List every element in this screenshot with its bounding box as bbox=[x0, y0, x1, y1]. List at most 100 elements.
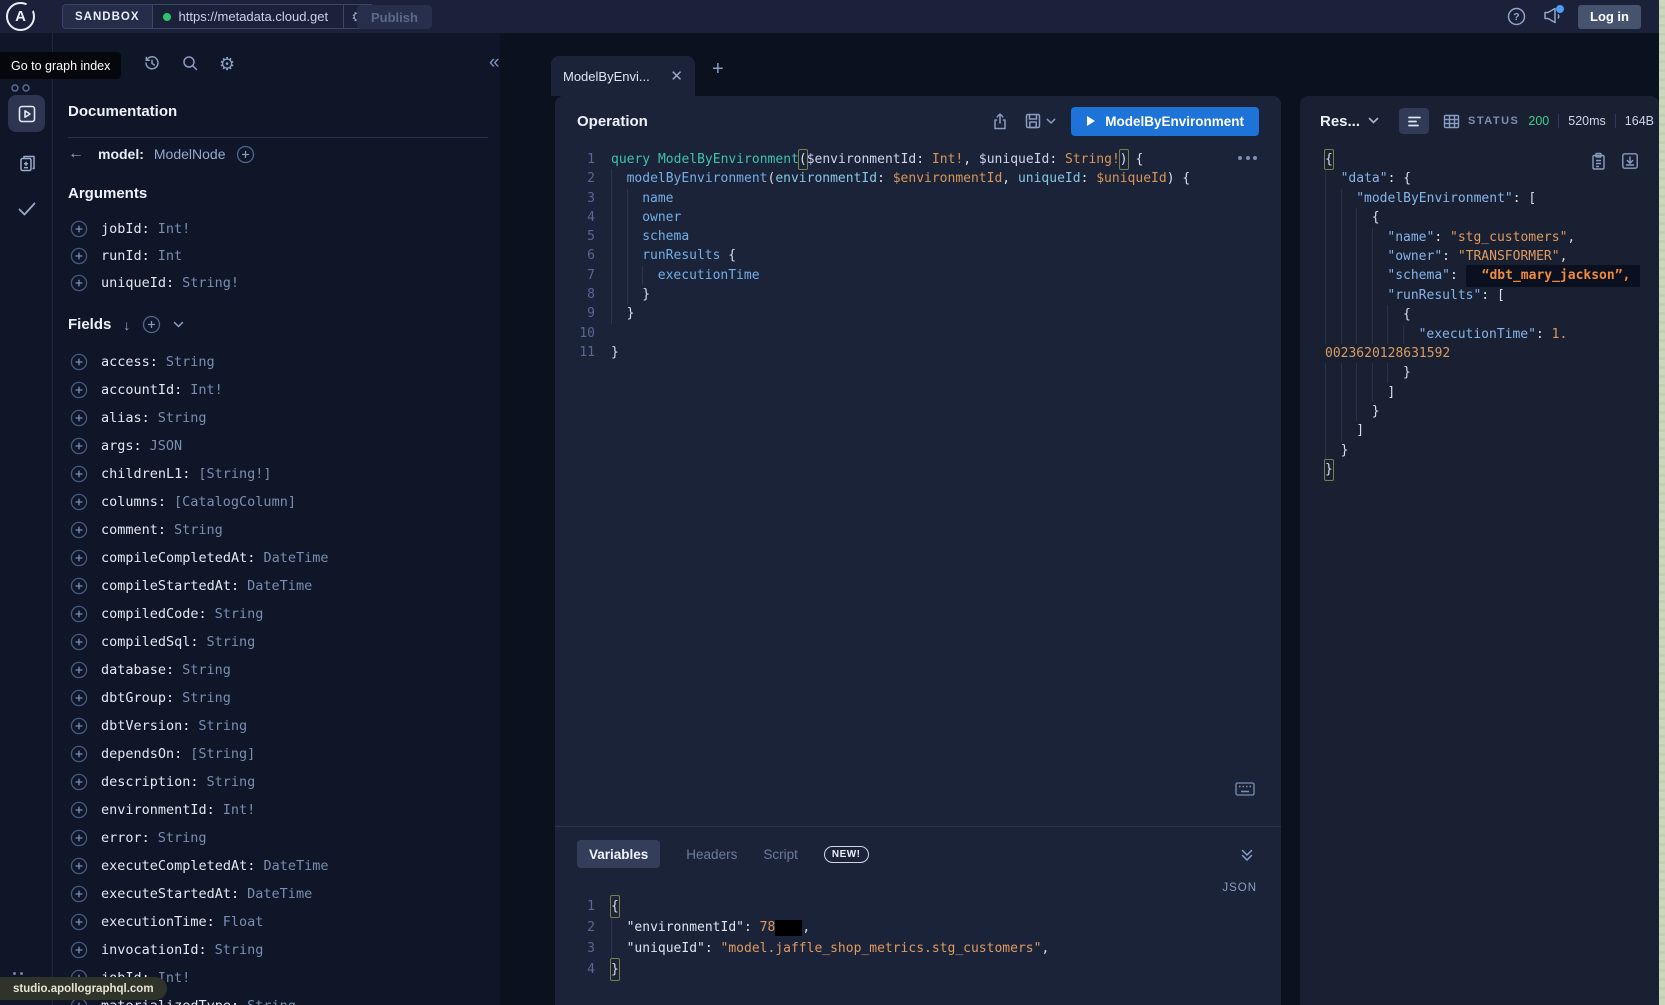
field-row[interactable]: uniqueId:String! bbox=[68, 269, 498, 296]
add-to-query-icon[interactable] bbox=[70, 661, 88, 679]
sort-fields-icon[interactable]: ↓ bbox=[123, 317, 130, 333]
add-to-query-icon[interactable] bbox=[70, 801, 88, 819]
back-arrow-icon[interactable]: ← bbox=[68, 145, 88, 163]
field-row[interactable]: executeCompletedAt:DateTime bbox=[68, 852, 498, 880]
graph-index-icon[interactable] bbox=[10, 83, 34, 93]
add-field-icon[interactable] bbox=[236, 145, 255, 164]
field-type: DateTime bbox=[263, 550, 328, 566]
add-to-query-icon[interactable] bbox=[70, 381, 88, 399]
add-to-query-icon[interactable] bbox=[70, 549, 88, 567]
add-to-query-icon[interactable] bbox=[70, 274, 88, 292]
keyboard-shortcuts-icon[interactable] bbox=[1235, 782, 1255, 796]
breadcrumb-type[interactable]: ModelNode bbox=[154, 146, 226, 162]
rail-item-schema[interactable] bbox=[17, 153, 38, 174]
tab-modelbyenvironment[interactable]: ModelByEnvi... ✕ bbox=[551, 56, 695, 96]
query-editor[interactable]: 1query ModelByEnvironment($environmentId… bbox=[555, 150, 1281, 362]
add-to-query-icon[interactable] bbox=[70, 633, 88, 651]
add-to-query-icon[interactable] bbox=[70, 913, 88, 931]
code-line: 1{ bbox=[565, 896, 1281, 917]
field-row[interactable]: description:String bbox=[68, 768, 498, 796]
field-row[interactable]: accountId:Int! bbox=[68, 376, 498, 404]
add-to-query-icon[interactable] bbox=[70, 409, 88, 427]
tab-variables[interactable]: Variables bbox=[577, 840, 660, 868]
apollo-logo[interactable]: A bbox=[6, 2, 35, 31]
add-to-query-icon[interactable] bbox=[70, 493, 88, 511]
run-operation-button[interactable]: ModelByEnvironment bbox=[1071, 107, 1259, 136]
field-row[interactable]: compileStartedAt:DateTime bbox=[68, 572, 498, 600]
announcements-icon[interactable] bbox=[1542, 7, 1562, 26]
add-to-query-icon[interactable] bbox=[70, 717, 88, 735]
field-row[interactable]: access:String bbox=[68, 348, 498, 376]
field-row[interactable]: database:String bbox=[68, 656, 498, 684]
field-row[interactable]: runId:Int bbox=[68, 242, 498, 269]
code-line: 3name bbox=[565, 189, 1281, 208]
add-to-query-icon[interactable] bbox=[70, 521, 88, 539]
tab-headers[interactable]: Headers bbox=[686, 847, 737, 862]
publish-button[interactable]: Publish bbox=[357, 5, 432, 29]
add-to-query-icon[interactable] bbox=[70, 247, 88, 265]
add-to-query-icon[interactable] bbox=[70, 353, 88, 371]
rail-item-checks[interactable] bbox=[17, 201, 37, 217]
field-row[interactable]: args:JSON bbox=[68, 432, 498, 460]
add-to-query-icon[interactable] bbox=[70, 689, 88, 707]
field-row[interactable]: compiledSql:String bbox=[68, 628, 498, 656]
field-row[interactable]: alias:String bbox=[68, 404, 498, 432]
field-type: Int! bbox=[190, 382, 223, 398]
field-row[interactable]: error:String bbox=[68, 824, 498, 852]
add-to-query-icon[interactable] bbox=[70, 829, 88, 847]
field-row[interactable]: environmentId:Int! bbox=[68, 796, 498, 824]
response-title: Res... bbox=[1320, 113, 1360, 130]
field-row[interactable]: comment:String bbox=[68, 516, 498, 544]
field-type: String bbox=[247, 998, 296, 1005]
response-options-chevron-icon[interactable] bbox=[1368, 117, 1379, 125]
add-to-query-icon[interactable] bbox=[70, 885, 88, 903]
share-operation-icon[interactable] bbox=[991, 112, 1009, 131]
collapse-variables-icon[interactable] bbox=[1239, 848, 1255, 863]
field-type: String bbox=[182, 662, 231, 678]
code-line: 3"uniqueId": "model.jaffle_shop_metrics.… bbox=[565, 938, 1281, 959]
rail-item-explorer[interactable] bbox=[8, 95, 45, 132]
add-to-query-icon[interactable] bbox=[70, 773, 88, 791]
save-operation-icon[interactable] bbox=[1024, 112, 1042, 130]
raw-view-toggle[interactable] bbox=[1399, 108, 1429, 134]
field-row[interactable]: columns:[CatalogColumn] bbox=[68, 488, 498, 516]
save-options-chevron-icon[interactable] bbox=[1046, 118, 1056, 125]
new-badge: NEW! bbox=[824, 846, 869, 863]
field-row[interactable]: dbtGroup:String bbox=[68, 684, 498, 712]
table-view-toggle[interactable] bbox=[1443, 114, 1460, 129]
add-to-query-icon[interactable] bbox=[70, 857, 88, 875]
add-to-query-icon[interactable] bbox=[70, 465, 88, 483]
add-to-query-icon[interactable] bbox=[70, 745, 88, 763]
rail-overflow-icon[interactable] bbox=[13, 972, 23, 975]
field-row[interactable]: executionTime:Float bbox=[68, 908, 498, 936]
fields-options-chevron-icon[interactable] bbox=[173, 321, 184, 329]
field-row[interactable]: compileCompletedAt:DateTime bbox=[68, 544, 498, 572]
field-row[interactable]: invocationId:String bbox=[68, 936, 498, 964]
new-tab-icon[interactable]: + bbox=[712, 58, 724, 81]
divider bbox=[555, 826, 1281, 827]
help-icon[interactable]: ? bbox=[1507, 7, 1526, 26]
add-all-fields-icon[interactable] bbox=[142, 315, 161, 334]
add-to-query-icon[interactable] bbox=[70, 577, 88, 595]
field-name: executionTime: bbox=[101, 914, 215, 930]
response-json[interactable]: {"data": {"modelByEnvironment": [{"name"… bbox=[1300, 150, 1659, 480]
field-row[interactable]: dbtVersion:String bbox=[68, 712, 498, 740]
endpoint-input[interactable]: https://metadata.cloud.get bbox=[153, 5, 343, 28]
add-to-query-icon[interactable] bbox=[70, 941, 88, 959]
left-rail bbox=[0, 33, 53, 1005]
field-type: JSON bbox=[150, 438, 183, 454]
field-row[interactable]: dependsOn:[String] bbox=[68, 740, 498, 768]
login-button[interactable]: Log in bbox=[1578, 5, 1641, 29]
field-row[interactable]: compiledCode:String bbox=[68, 600, 498, 628]
variables-editor[interactable]: 1{2"environmentId": 78,3"uniqueId": "mod… bbox=[555, 896, 1281, 980]
field-row[interactable]: childrenL1:[String!] bbox=[68, 460, 498, 488]
field-row[interactable]: executeStartedAt:DateTime bbox=[68, 880, 498, 908]
add-to-query-icon[interactable] bbox=[70, 605, 88, 623]
tab-script[interactable]: Script bbox=[763, 847, 798, 862]
add-to-query-icon[interactable] bbox=[70, 437, 88, 455]
sandbox-badge: SANDBOX bbox=[63, 5, 153, 28]
field-type: Int bbox=[158, 248, 182, 264]
add-to-query-icon[interactable] bbox=[70, 220, 88, 238]
close-tab-icon[interactable]: ✕ bbox=[670, 67, 683, 85]
field-row[interactable]: jobId:Int! bbox=[68, 215, 498, 242]
